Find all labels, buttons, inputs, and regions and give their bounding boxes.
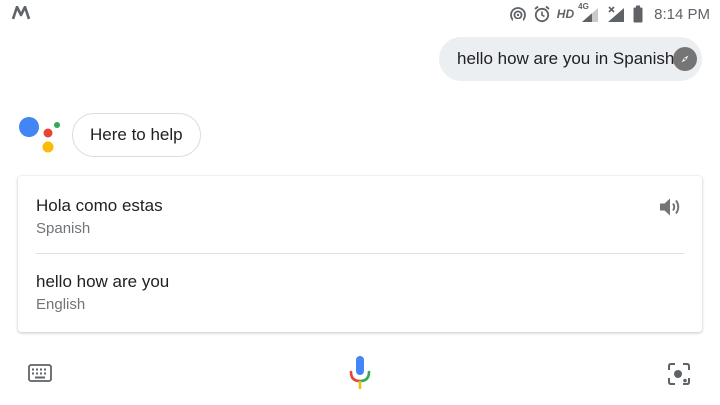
lens-icon[interactable] (667, 362, 691, 386)
assistant-reply-bubble: Here to help (72, 113, 201, 157)
translation-card[interactable]: Hola como estas Spanish hello how are yo… (18, 176, 702, 332)
keyboard-icon[interactable] (28, 364, 52, 382)
hd-indicator: HD (556, 7, 575, 21)
translation-target: Hola como estas Spanish (36, 196, 684, 238)
user-query-bubble[interactable]: hello how are you in Spanish (439, 37, 702, 81)
status-bar: HD 4G 8:14 PM (0, 0, 720, 28)
assistant-reply-text: Here to help (90, 125, 183, 144)
source-language-label: English (36, 296, 86, 313)
source-text: hello how are you (36, 272, 170, 291)
status-icons: HD 4G 8:14 PM (509, 2, 710, 24)
motorola-logo-icon (11, 5, 31, 25)
battery-icon (632, 5, 644, 23)
alarm-icon (533, 5, 551, 23)
compass-icon[interactable] (673, 47, 697, 71)
clock: 8:14 PM (654, 5, 710, 23)
hotspot-icon (509, 5, 527, 23)
translated-text: Hola como estas (36, 196, 163, 215)
microphone-icon[interactable] (348, 356, 372, 390)
user-query-text[interactable]: hello how are you in Spanish (457, 49, 674, 69)
target-language-label: Spanish (36, 220, 91, 237)
speaker-icon[interactable] (658, 196, 682, 218)
translation-source: hello how are you English (36, 272, 684, 314)
divider (36, 253, 684, 254)
network-type-label: 4G (578, 2, 589, 11)
google-assistant-logo-icon (18, 113, 62, 157)
signal-icon: 4G (578, 2, 600, 23)
no-sim-signal-icon (606, 5, 626, 23)
